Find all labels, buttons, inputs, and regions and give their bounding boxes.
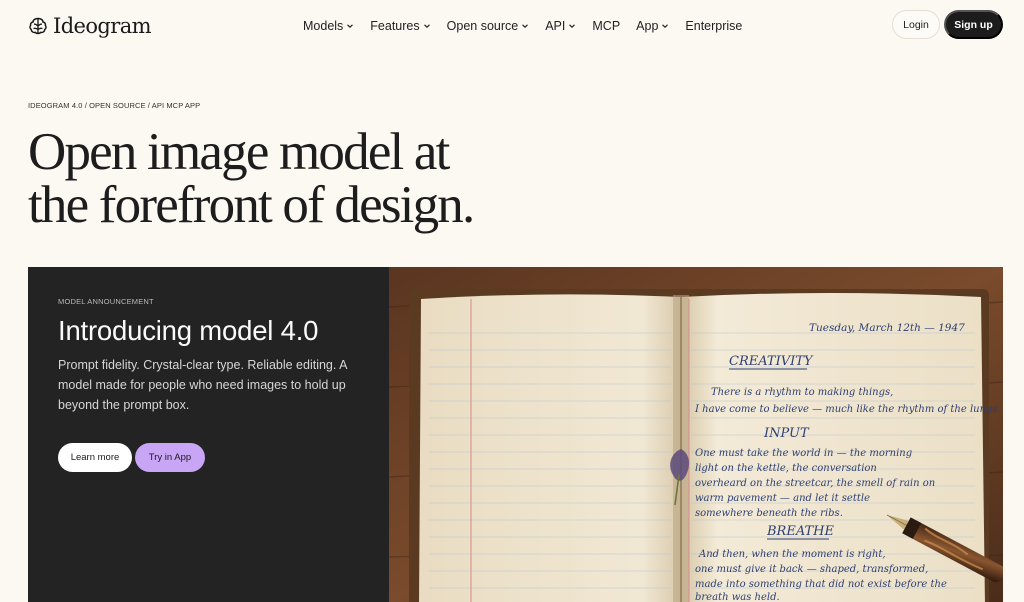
left-page [419, 294, 681, 602]
notebook-line: One must take the world in — the morning [695, 448, 912, 459]
learn-more-button[interactable]: Learn more [58, 443, 132, 472]
announcement-title: Introducing model 4.0 [58, 315, 319, 346]
notebook-line: somewhere beneath the ribs. [695, 508, 843, 519]
nav-item-mcp[interactable]: MCP [592, 19, 620, 33]
main-menu: Models Features Open source API MCP App … [303, 17, 758, 35]
nav-item-app[interactable]: App [636, 19, 669, 33]
notebook-heading-input: INPUT [763, 426, 810, 441]
breadcrumb: IDEOGRAM 4.0 / OPEN SOURCE / API MCP APP [28, 101, 201, 110]
ideogram-logo[interactable]: Ideogram [28, 14, 152, 38]
nav-item-features[interactable]: Features [370, 19, 430, 33]
model-announcement-card: MODEL ANNOUNCEMENT Introducing model 4.0… [28, 267, 1003, 602]
top-nav: Ideogram Models Features Open source API… [0, 0, 1024, 52]
notebook-date: Tuesday, March 12th — 1947 [809, 322, 965, 334]
page-title: Open image model at the forefront of des… [28, 126, 588, 232]
headline-line-1: Open image model at [28, 123, 450, 181]
nav-item-label: Models [303, 19, 344, 33]
nav-item-label: API [545, 19, 566, 33]
notebook-line: And then, when the moment is right, [698, 549, 886, 560]
nav-item-api[interactable]: API [545, 19, 576, 33]
headline-line-2: the forefront of design. [28, 176, 475, 234]
notebook-line: made into something that did not exist b… [695, 579, 947, 590]
signup-button[interactable]: Sign up [944, 10, 1003, 39]
notebook-heading-breathe: BREATHE [766, 524, 835, 539]
nav-item-label: Features [370, 19, 420, 33]
chevron-down-icon [347, 24, 354, 29]
notebook-line: one must give it back — shaped, transfor… [695, 564, 928, 575]
chevron-down-icon [423, 24, 430, 29]
nav-item-label: MCP [592, 19, 621, 33]
notebook-line: I have come to believe — much like the r… [694, 404, 1001, 415]
brand-name: Ideogram [53, 14, 152, 38]
nav-item-enterprise[interactable]: Enterprise [685, 19, 742, 33]
notebook-line: light on the kettle, the conversation [695, 463, 877, 474]
notebook-line: warm pavement — and let it settle [695, 493, 870, 504]
notebook-illustration: Tuesday, March 12th — 1947 CREATIVITY Th… [389, 267, 1003, 602]
chevron-down-icon [522, 24, 529, 29]
chevron-down-icon [569, 24, 576, 29]
nav-item-label: Enterprise [685, 19, 743, 33]
nav-item-open-source[interactable]: Open source [447, 19, 530, 33]
notebook-heading-creativity: CREATIVITY [729, 354, 814, 369]
notebook-line: overheard on the streetcar, the smell of… [695, 478, 935, 489]
notebook-image: Tuesday, March 12th — 1947 CREATIVITY Th… [389, 267, 1003, 602]
nav-item-label: Open source [446, 19, 519, 33]
login-button[interactable]: Login [892, 10, 940, 39]
ideogram-logo-icon [29, 17, 47, 35]
notebook-line: There is a rhythm to making things, [711, 387, 893, 398]
try-in-app-button[interactable]: Try in App [135, 443, 205, 472]
chevron-down-icon [662, 24, 669, 29]
announcement-eyebrow: MODEL ANNOUNCEMENT [58, 297, 154, 306]
announcement-description: Prompt fidelity. Crystal-clear type. Rel… [58, 358, 347, 412]
nav-item-models[interactable]: Models [303, 19, 354, 33]
notebook-line: breath was held. [695, 592, 780, 602]
announcement-panel: MODEL ANNOUNCEMENT Introducing model 4.0… [28, 267, 389, 602]
nav-item-label: App [636, 19, 659, 33]
